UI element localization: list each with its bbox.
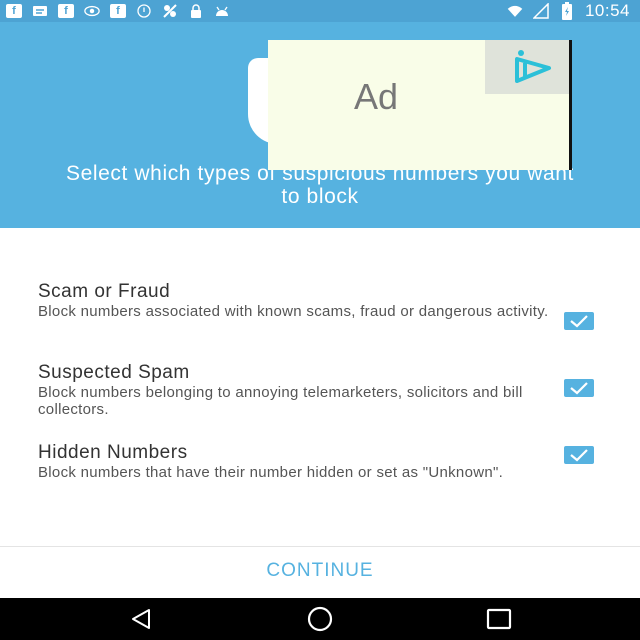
facebook-icon: f [58,4,74,18]
ad-label: Ad [354,76,399,117]
checkmark-icon [570,315,588,328]
notification-icons: f f f [6,2,230,20]
option-suspected-spam[interactable]: Suspected Spam Block numbers belonging t… [38,362,618,418]
alarm-icon [136,4,152,18]
ad-choices-icon[interactable] [485,40,569,94]
android-icon [214,4,230,18]
facebook-icon: f [6,4,22,18]
signal-icon [532,3,549,19]
facebook-icon: f [110,4,126,18]
lock-icon [188,4,204,18]
option-hidden-numbers[interactable]: Hidden Numbers Block numbers that have t… [38,442,618,481]
home-icon[interactable] [305,606,335,632]
option-title: Hidden Numbers [38,442,188,463]
wifi-icon [507,4,523,18]
hidden-numbers-checkbox[interactable] [564,446,594,464]
option-title: Suspected Spam [38,362,190,383]
option-description: Block numbers belonging to annoying tele… [38,384,523,418]
suspected-spam-checkbox[interactable] [564,379,594,397]
checkmark-icon [570,382,588,395]
eye-icon [84,4,100,18]
continue-button[interactable]: CONTINUE [0,560,640,582]
clock-time: 10:54 [584,1,630,20]
option-title: Scam or Fraud [38,281,171,302]
scam-fraud-checkbox[interactable] [564,312,594,330]
back-icon[interactable] [126,606,156,632]
option-description: Block numbers associated with known scam… [38,303,549,320]
recents-icon[interactable] [484,606,514,632]
option-description: Block numbers that have their number hid… [38,464,504,481]
no-signal-icon [162,4,178,18]
navigation-bar [0,598,640,640]
status-bar: f f f 10:54 [0,0,640,22]
ad-banner[interactable]: Ad [268,40,572,170]
message-icon [32,4,48,18]
option-scam-fraud[interactable]: Scam or Fraud Block numbers associated w… [38,281,618,320]
system-status: 10:54 [507,0,630,22]
battery-icon [559,2,575,20]
checkmark-icon [570,449,588,462]
footer-divider [0,546,640,547]
